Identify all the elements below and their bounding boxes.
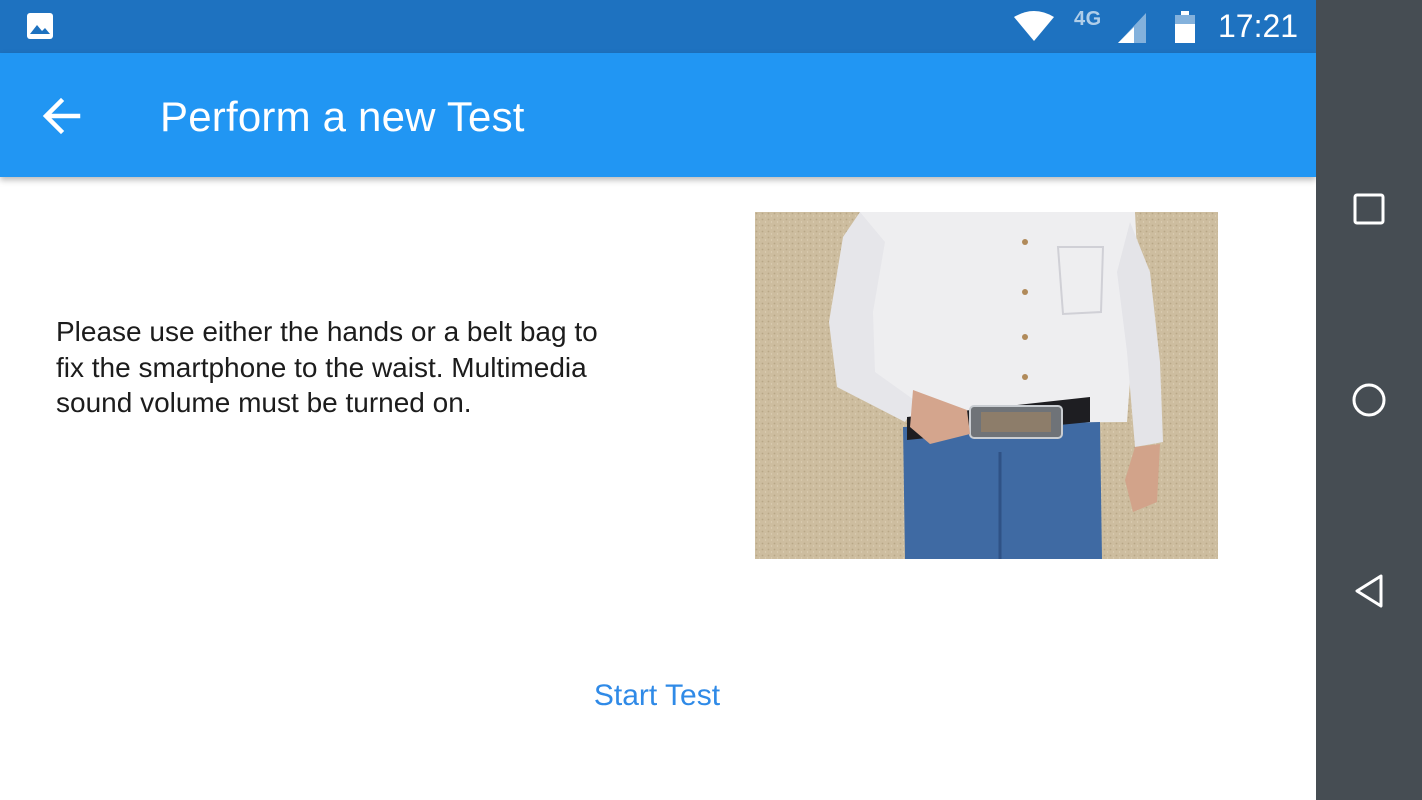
home-circle-icon[interactable] bbox=[1349, 380, 1389, 420]
status-clock: 17:21 bbox=[1218, 8, 1299, 44]
back-triangle-icon[interactable] bbox=[1349, 571, 1389, 611]
recents-square-icon[interactable] bbox=[1349, 189, 1389, 229]
page-title: Perform a new Test bbox=[160, 93, 525, 140]
status-bar: 4G 17:21 bbox=[0, 0, 1316, 53]
instruction-text: Please use either the hands or a belt ba… bbox=[56, 316, 598, 418]
app-bar: Perform a new Test bbox=[0, 53, 1316, 177]
app-screen: 4G 17:21 Perform a new Test Please use e… bbox=[0, 0, 1316, 800]
image-notification-icon bbox=[27, 13, 53, 39]
cell-signal-icon bbox=[1118, 13, 1146, 43]
navigation-bar bbox=[1316, 0, 1422, 800]
arrow-back-icon[interactable] bbox=[40, 95, 82, 137]
battery-icon bbox=[1175, 11, 1195, 43]
network-type-label: 4G bbox=[1074, 8, 1102, 30]
wifi-icon bbox=[1014, 11, 1054, 41]
instruction-photo bbox=[755, 212, 1218, 559]
start-test-button[interactable]: Start Test bbox=[568, 672, 746, 720]
